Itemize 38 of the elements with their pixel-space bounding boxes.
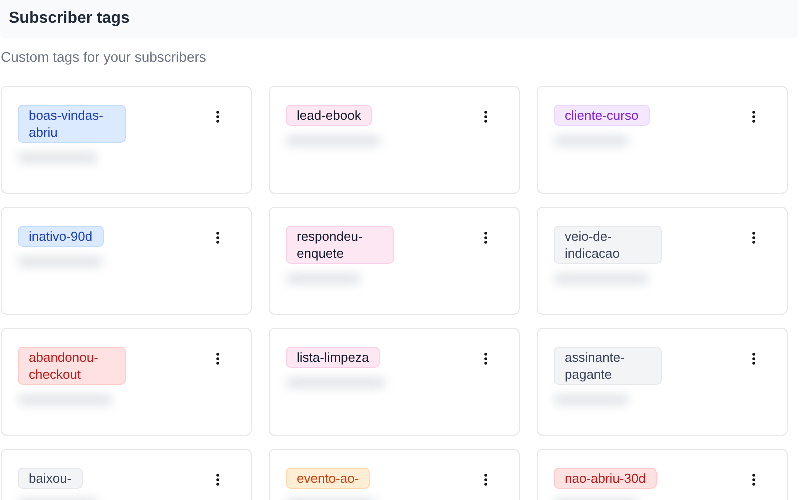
page-title: Subscriber tags bbox=[9, 10, 130, 28]
tag-chip[interactable]: boas-vindas-abriu bbox=[18, 105, 126, 143]
tag-card[interactable]: lead-ebook bbox=[269, 86, 520, 194]
tag-chip[interactable]: veio-de-indicacao bbox=[554, 226, 662, 264]
tag-card[interactable]: respondeu-enquete bbox=[269, 207, 520, 315]
more-options-icon[interactable] bbox=[216, 111, 220, 123]
tag-chip[interactable]: nao-abriu-30d bbox=[554, 468, 657, 489]
more-options-icon[interactable] bbox=[484, 474, 488, 486]
more-options-icon[interactable] bbox=[752, 353, 756, 365]
page-subtitle: Custom tags for your subscribers bbox=[1, 49, 208, 65]
tag-chip[interactable]: lead-ebook bbox=[286, 105, 372, 126]
tag-chip[interactable]: baixou- bbox=[18, 468, 83, 489]
tag-card[interactable]: baixou- bbox=[1, 449, 252, 500]
tag-chip[interactable]: assinante-pagante bbox=[554, 347, 662, 385]
more-options-icon[interactable] bbox=[752, 474, 756, 486]
tag-card[interactable]: boas-vindas-abriu bbox=[1, 86, 252, 194]
tag-chip[interactable]: lista-limpeza bbox=[286, 347, 380, 368]
tag-card[interactable]: veio-de-indicacao bbox=[537, 207, 788, 315]
tag-card[interactable]: cliente-curso bbox=[537, 86, 788, 194]
more-options-icon[interactable] bbox=[484, 353, 488, 365]
tag-card[interactable]: lista-limpeza bbox=[269, 328, 520, 436]
tag-chip[interactable]: respondeu-enquete bbox=[286, 226, 394, 264]
tag-card[interactable]: evento-ao- bbox=[269, 449, 520, 500]
tag-chip[interactable]: cliente-curso bbox=[554, 105, 650, 126]
tag-card[interactable]: assinante-pagante bbox=[537, 328, 788, 436]
tag-chip[interactable]: abandonou-checkout bbox=[18, 347, 126, 385]
tag-card[interactable]: abandonou-checkout bbox=[1, 328, 252, 436]
more-options-icon[interactable] bbox=[752, 232, 756, 244]
tag-card[interactable]: nao-abriu-30d bbox=[537, 449, 788, 500]
tag-chip[interactable]: inativo-90d bbox=[18, 226, 104, 247]
more-options-icon[interactable] bbox=[752, 111, 756, 123]
more-options-icon[interactable] bbox=[216, 232, 220, 244]
more-options-icon[interactable] bbox=[216, 474, 220, 486]
tag-card[interactable]: inativo-90d bbox=[1, 207, 252, 315]
tag-chip[interactable]: evento-ao- bbox=[286, 468, 370, 489]
more-options-icon[interactable] bbox=[216, 353, 220, 365]
more-options-icon[interactable] bbox=[484, 111, 488, 123]
more-options-icon[interactable] bbox=[484, 232, 488, 244]
